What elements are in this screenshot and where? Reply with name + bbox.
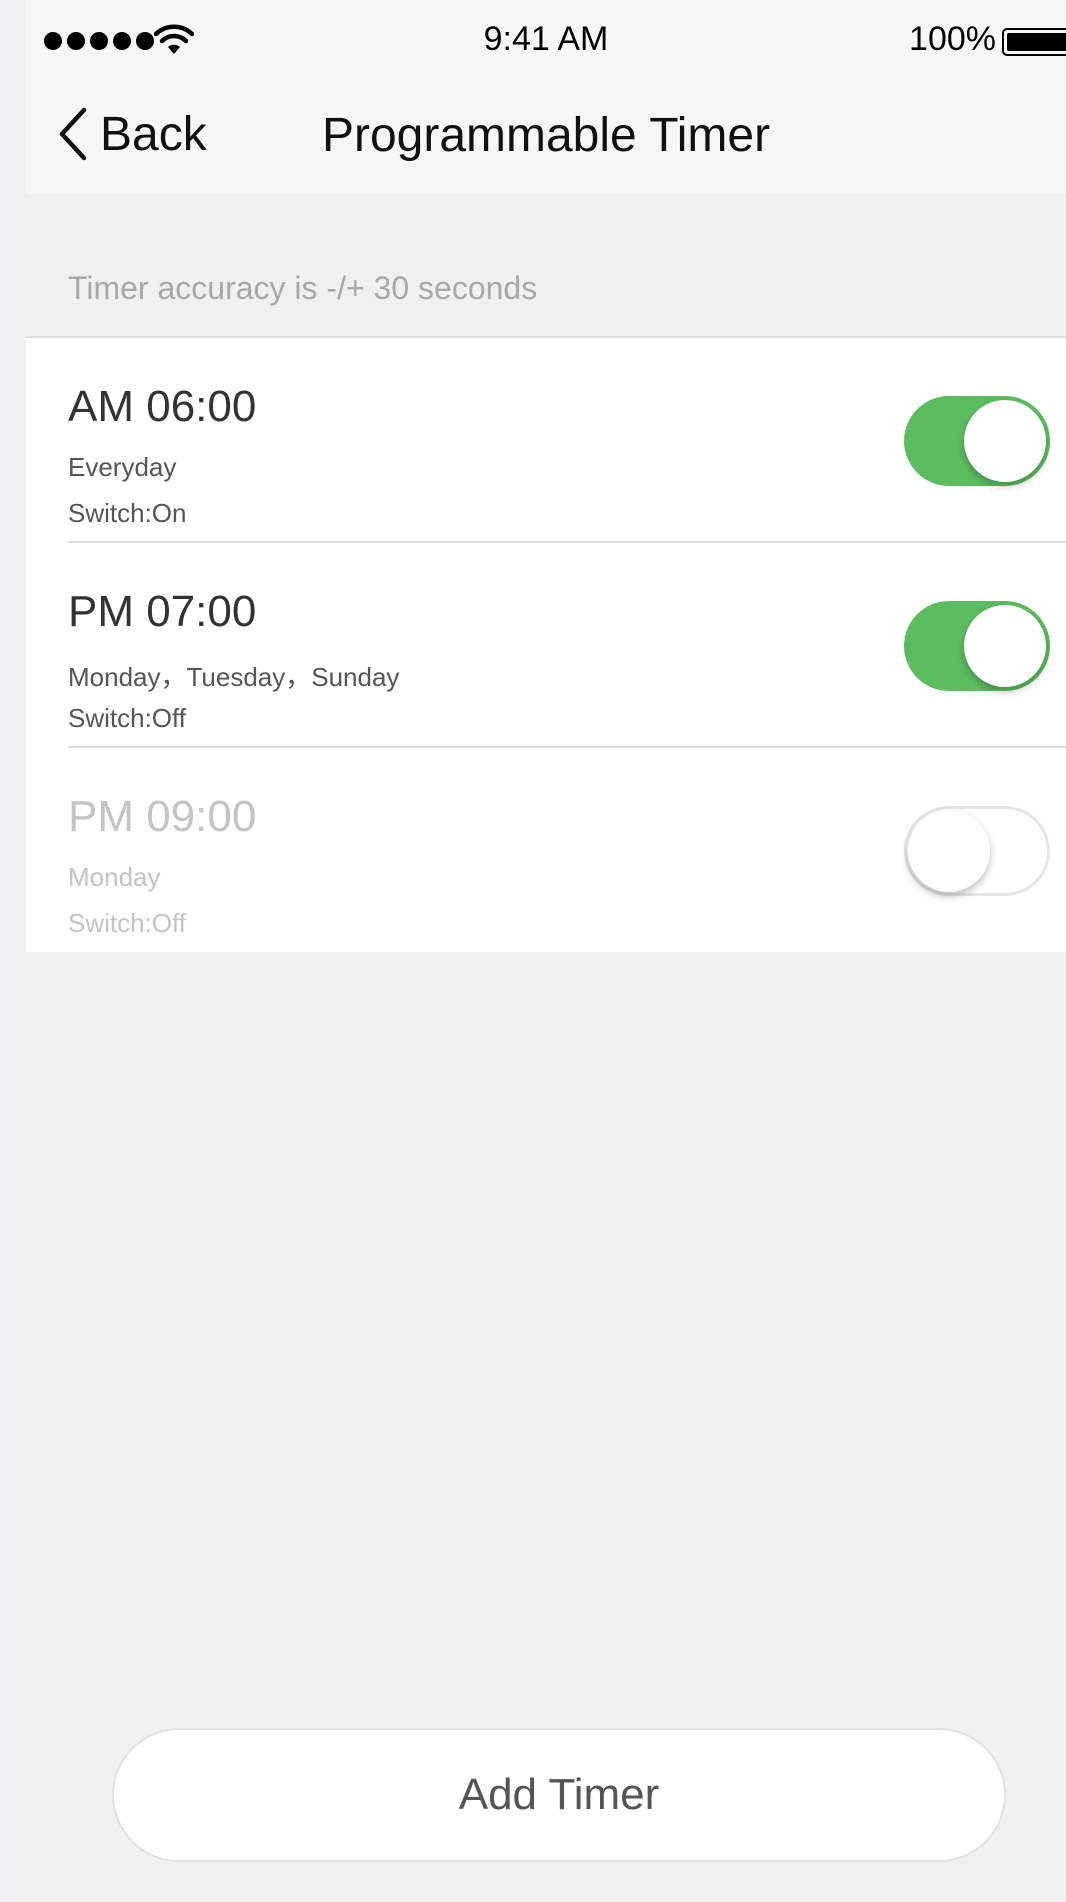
add-timer-button[interactable]: Add Timer [112,1728,1006,1862]
status-bar: 9:41 AM 100% [26,0,1066,80]
screen: 9:41 AM 100% Back Programmable Timer Tim… [26,0,1066,1902]
timer-accuracy-note: Timer accuracy is -/+ 30 seconds [68,270,538,306]
page-title: Programmable Timer [321,109,771,162]
timer-time: PM 07:00 [68,587,257,636]
battery-icon [1002,28,1066,56]
timer-days: Monday [68,862,161,892]
timer-days: Monday，Tuesday，Sunday [68,662,400,692]
timer-list: AM 06:00 Everyday Switch:On PM 07:00 Mon… [26,336,1066,952]
timer-time: PM 09:00 [68,792,257,841]
timer-enable-toggle[interactable] [904,601,1050,691]
top-bar: 9:41 AM 100% Back Programmable Timer [26,0,1066,194]
timer-switch-action: Switch:On [68,498,187,528]
battery-percent: 100% [909,20,996,58]
timer-row[interactable]: AM 06:00 Everyday Switch:On [26,338,1066,543]
timer-time: AM 06:00 [68,382,257,431]
navigation-bar: Back Programmable Timer [26,80,1066,194]
timer-row[interactable]: PM 07:00 Monday，Tuesday，Sunday Switch:Of… [26,543,1066,748]
timer-row[interactable]: PM 09:00 Monday Switch:Off [26,748,1066,953]
timer-enable-toggle[interactable] [904,396,1050,486]
timer-switch-action: Switch:Off [68,908,187,938]
timer-days: Everyday [68,452,177,482]
timer-enable-toggle[interactable] [904,806,1050,896]
timer-switch-action: Switch:Off [68,703,187,733]
